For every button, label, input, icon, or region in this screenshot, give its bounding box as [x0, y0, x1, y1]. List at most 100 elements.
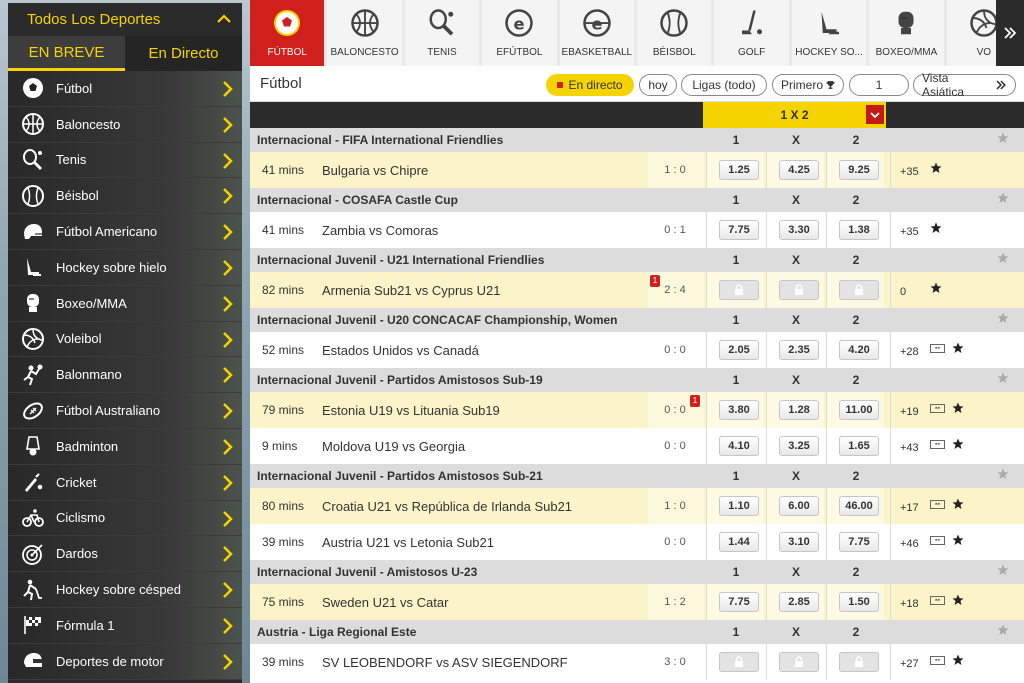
sort-first-button[interactable]: Primero [772, 74, 844, 96]
odd-1-button[interactable]: 7.75 [719, 592, 759, 612]
market-selector[interactable]: 1 X 2 [703, 102, 886, 128]
event-row[interactable]: 80 mins Croatia U21 vs República de Irlan… [250, 488, 1024, 524]
odd-2-button[interactable]: 7.75 [839, 532, 879, 552]
league-favorite-star-icon[interactable] [997, 312, 1009, 324]
sidebar-item-baloncesto[interactable]: Baloncesto [8, 106, 242, 143]
odd-x-button[interactable]: 2.85 [779, 592, 819, 612]
event-row[interactable]: 41 mins Zambia vs Comoras 0 : 1 7.75 3.30 1.3… [250, 212, 1024, 248]
chevron-up-icon[interactable] [216, 11, 232, 27]
favorite-star-icon[interactable] [952, 342, 964, 354]
favorite-star-icon[interactable] [952, 498, 964, 510]
sport-tab-baloncesto[interactable]: BALONCESTO [327, 0, 402, 66]
more-markets-link[interactable]: +43 [900, 442, 919, 454]
favorite-star-icon[interactable] [952, 654, 964, 666]
match-teams[interactable]: Estonia U19 vs Lituania Sub19 [322, 403, 500, 418]
more-markets-link[interactable]: +35 [900, 226, 919, 238]
odd-1-button[interactable]: 2.05 [719, 340, 759, 360]
match-teams[interactable]: Austria U21 vs Letonia Sub21 [322, 535, 494, 550]
tab-en-directo[interactable]: En Directo [125, 36, 242, 71]
league-header[interactable]: Internacional - FIFA International Frien… [250, 128, 1024, 152]
sport-tab-hockey-so-[interactable]: HOCKEY SO... [791, 0, 867, 66]
match-teams[interactable]: Bulgaria vs Chipre [322, 163, 428, 178]
league-header[interactable]: Internacional Juvenil - U20 CONCACAF Cha… [250, 308, 1024, 332]
league-header[interactable]: Internacional - COSAFA Castle Cup 1 X 2 [250, 188, 1024, 212]
match-teams[interactable]: Moldova U19 vs Georgia [322, 439, 465, 454]
event-row[interactable]: 41 mins Bulgaria vs Chipre 1 : 0 1.25 4.25 9.… [250, 152, 1024, 188]
league-header[interactable]: Austria - Liga Regional Este 1 X 2 [250, 620, 1024, 644]
sport-tab-tenis[interactable]: TENIS [404, 0, 480, 66]
odd-x-button[interactable]: 3.10 [779, 532, 819, 552]
more-markets-link[interactable]: +27 [900, 658, 919, 670]
more-markets-link[interactable]: +35 [900, 166, 919, 178]
league-favorite-star-icon[interactable] [997, 372, 1009, 384]
league-header[interactable]: Internacional Juvenil - Partidos Amistos… [250, 368, 1024, 392]
league-header[interactable]: Internacional Juvenil - Amistosos U-23 1 X… [250, 560, 1024, 584]
live-stats-icon[interactable]: ▪▪ [930, 404, 945, 413]
sidebar-item-tenis[interactable]: Tenis [8, 142, 242, 179]
sidebar-item-f-tbol-australiano[interactable]: Fútbol Australiano [8, 393, 242, 429]
league-header[interactable]: Internacional Juvenil - Partidos Amistos… [250, 464, 1024, 488]
odd-1-button[interactable]: 3.80 [719, 400, 759, 420]
live-stats-icon[interactable]: ▪▪ [930, 656, 945, 665]
sport-tab-b-isbol[interactable]: BÉISBOL [637, 0, 712, 66]
match-teams[interactable]: SV LEOBENDORF vs ASV SIEGENDORF [322, 655, 568, 670]
odd-x-button[interactable]: 3.25 [779, 436, 819, 456]
odd-x-button[interactable]: 1.28 [779, 400, 819, 420]
odd-2-button[interactable]: 1.38 [839, 220, 879, 240]
odd-1-button[interactable]: 1.25 [719, 160, 759, 180]
more-markets-link[interactable]: +17 [900, 502, 919, 514]
sidebar-item-f-tbol[interactable]: Fútbol [8, 71, 242, 107]
league-favorite-star-icon[interactable] [997, 252, 1009, 264]
sport-tab-ef-tbol[interactable]: e EFÚTBOL [482, 0, 557, 66]
favorite-star-icon[interactable] [930, 282, 942, 294]
sidebar-item-voleibol[interactable]: Voleibol [8, 321, 242, 358]
event-row[interactable]: 39 mins Austria U21 vs Letonia Sub21 0 : 0… [250, 524, 1024, 560]
sidebar-item-ciclismo[interactable]: Ciclismo [8, 500, 242, 537]
more-markets-link[interactable]: +19 [900, 406, 919, 418]
market-dropdown-button[interactable] [866, 105, 884, 124]
odd-2-button[interactable]: 9.25 [839, 160, 879, 180]
live-stats-icon[interactable]: ▪▪ [930, 596, 945, 605]
sport-tab-f-tbol[interactable]: FÚTBOL [250, 0, 325, 66]
sidebar-header[interactable]: Todos Los Deportes [8, 3, 242, 36]
sidebar-item-f-tbol-americano[interactable]: Fútbol Americano [8, 214, 242, 250]
odd-x-button[interactable]: 3.30 [779, 220, 819, 240]
sidebar-item-balonmano[interactable]: Balonmano [8, 357, 242, 394]
odd-1-button[interactable]: 1.10 [719, 496, 759, 516]
live-stats-icon[interactable]: ▪▪ [930, 440, 945, 449]
match-teams[interactable]: Sweden U21 vs Catar [322, 595, 448, 610]
sidebar-item-badminton[interactable]: Badminton [8, 428, 242, 465]
odd-x-button[interactable]: 2.35 [779, 340, 819, 360]
odd-2-button[interactable]: 1.50 [839, 592, 879, 612]
league-favorite-star-icon[interactable] [997, 468, 1009, 480]
league-favorite-star-icon[interactable] [997, 192, 1009, 204]
odd-1-button[interactable]: 1.44 [719, 532, 759, 552]
favorite-star-icon[interactable] [952, 438, 964, 450]
tab-en-breve[interactable]: EN BREVE [8, 36, 125, 71]
sport-tab-golf[interactable]: GOLF [714, 0, 789, 66]
odd-2-button[interactable]: 4.20 [839, 340, 879, 360]
event-row[interactable]: 52 mins Estados Unidos vs Canadá 0 : 0 2.05… [250, 332, 1024, 368]
event-row[interactable]: 9 mins Moldova U19 vs Georgia 0 : 0 4.10 3.2… [250, 428, 1024, 464]
leagues-filter-button[interactable]: Ligas (todo) [681, 74, 767, 96]
league-favorite-star-icon[interactable] [997, 564, 1009, 576]
league-favorite-star-icon[interactable] [997, 132, 1009, 144]
today-filter-button[interactable]: hoy [639, 74, 677, 96]
odd-2-button[interactable]: 1.65 [839, 436, 879, 456]
more-markets-link[interactable]: 0 [900, 286, 906, 298]
match-teams[interactable]: Armenia Sub21 vs Cyprus U21 [322, 283, 500, 298]
odd-1-button[interactable]: 4.10 [719, 436, 759, 456]
sidebar-item-boxeo-mma[interactable]: Boxeo/MMA [8, 285, 242, 322]
odd-2-button[interactable]: 11.00 [839, 400, 879, 420]
odd-2-button[interactable]: 46.00 [839, 496, 879, 516]
more-markets-link[interactable]: +28 [900, 346, 919, 358]
league-header[interactable]: Internacional Juvenil - U21 Internationa… [250, 248, 1024, 272]
favorite-star-icon[interactable] [930, 162, 942, 174]
event-row[interactable]: 39 mins SV LEOBENDORF vs ASV SIEGENDORF 3 … [250, 644, 1024, 680]
sport-tab-boxeo-mma[interactable]: BOXEO/MMA [869, 0, 944, 66]
league-favorite-star-icon[interactable] [997, 624, 1009, 636]
sidebar-item-hockey-sobre-hielo[interactable]: Hockey sobre hielo [8, 249, 242, 286]
sidebar-item-hockey-sobre-c-sped[interactable]: Hockey sobre césped [8, 572, 242, 608]
favorite-star-icon[interactable] [952, 594, 964, 606]
match-teams[interactable]: Zambia vs Comoras [322, 223, 438, 238]
